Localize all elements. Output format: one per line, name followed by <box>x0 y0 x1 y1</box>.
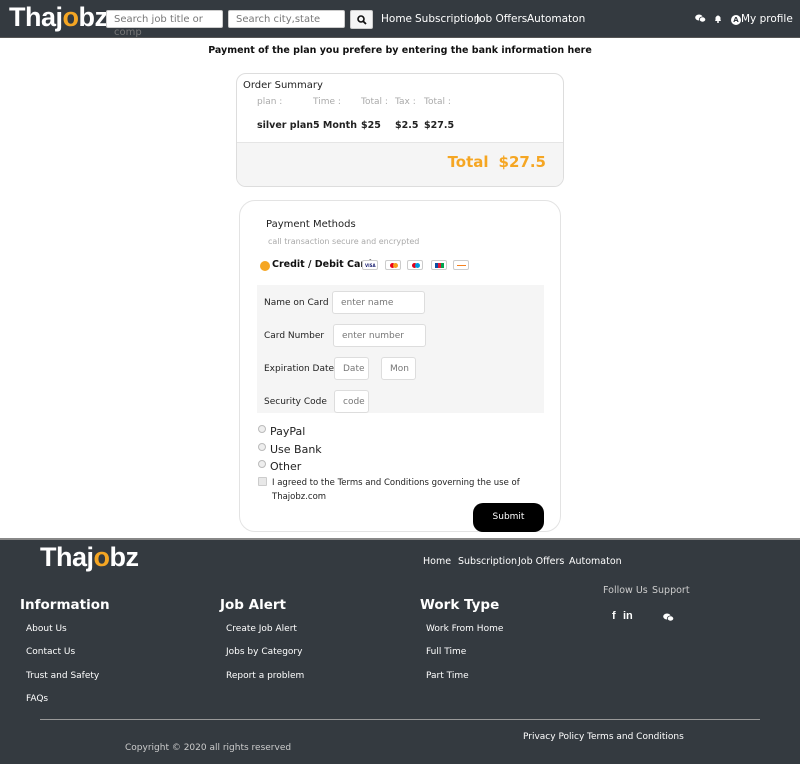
footer-nav-job-offers[interactable]: Job Offers <box>518 556 564 567</box>
order-summary-card: Order Summary plan : Time : Total : Tax … <box>236 73 564 187</box>
footer-link-faqs[interactable]: FAQs <box>26 694 48 704</box>
magnifier-icon: o <box>93 542 111 572</box>
top-navbar: Thajobz Search job title or comp Search … <box>0 0 800 38</box>
magnifier-icon: o <box>62 2 80 32</box>
order-header-time: Time : <box>313 97 341 107</box>
nav-home[interactable]: Home <box>381 13 412 25</box>
footer-link-full-time[interactable]: Full Time <box>426 647 466 657</box>
order-header-grand-total: Total : <box>424 97 451 107</box>
order-total: Total $27.5 <box>447 153 546 171</box>
search-city-input[interactable]: Search city,state <box>228 10 345 28</box>
nav-automaton[interactable]: Automaton <box>527 13 585 25</box>
paypal-radio[interactable] <box>258 425 266 433</box>
mastercard-icon <box>385 260 401 270</box>
expiration-month-input[interactable]: Mon <box>381 357 416 380</box>
order-total-bar: Total $27.5 <box>237 142 563 186</box>
submit-button[interactable]: Submit <box>473 503 544 532</box>
search-icon <box>357 15 367 25</box>
terms-checkbox[interactable] <box>258 477 267 486</box>
visa-icon: VISA <box>362 260 378 270</box>
footer-link-create-job-alert[interactable]: Create Job Alert <box>226 624 297 634</box>
paypal-label: PayPal <box>270 425 306 438</box>
order-header-total: Total : <box>361 97 388 107</box>
order-total-value: $25 <box>361 120 381 131</box>
selected-radio[interactable] <box>260 261 270 271</box>
footer-link-contact-us[interactable]: Contact Us <box>26 647 75 657</box>
footer-nav-subscription[interactable]: Subscription <box>458 556 517 567</box>
my-profile-link[interactable]: A My profile <box>731 13 793 25</box>
order-plan-value: silver plan <box>257 120 314 131</box>
credit-card-label: Credit / Debit Card <box>272 259 372 270</box>
terms-label: I agreed to the Terms and Conditions gov… <box>272 478 520 502</box>
order-grand-total-value: $27.5 <box>424 120 455 131</box>
discover-icon <box>453 260 469 270</box>
security-code-input[interactable]: code <box>334 390 369 413</box>
search-job-input[interactable]: Search job title or comp <box>106 10 223 38</box>
footer-link-trust-safety[interactable]: Trust and Safety <box>26 671 99 681</box>
nav-job-offers[interactable]: Job Offers <box>476 13 527 25</box>
order-summary-title: Order Summary <box>243 80 323 91</box>
payment-security-note: call transaction secure and encrypted <box>268 237 420 246</box>
use-bank-radio[interactable] <box>258 443 266 451</box>
footer-heading-information: Information <box>20 597 110 613</box>
linkedin-icon[interactable]: in <box>623 610 633 622</box>
footer-link-about-us[interactable]: About Us <box>26 624 67 634</box>
payment-methods-card: Payment Methods call transaction secure … <box>239 200 561 532</box>
card-number-label: Card Number <box>264 331 325 341</box>
order-time-value: 5 Month <box>313 120 357 131</box>
other-label: Other <box>270 460 302 473</box>
footer-link-work-from-home[interactable]: Work From Home <box>426 624 503 634</box>
copyright-text: Copyright © 2020 all rights reserved <box>125 743 292 753</box>
expiration-date-input[interactable]: Date <box>334 357 369 380</box>
page-heading: Payment of the plan you prefere by enter… <box>208 45 592 56</box>
footer-link-jobs-by-category[interactable]: Jobs by Category <box>226 647 302 657</box>
support-label: Support <box>652 585 690 596</box>
facebook-icon[interactable]: f <box>612 610 616 622</box>
jcb-icon <box>431 260 447 270</box>
privacy-policy-link[interactable]: Privacy Policy <box>523 732 584 742</box>
footer-heading-job-alert: Job Alert <box>220 597 287 613</box>
footer-nav-home[interactable]: Home <box>423 556 451 567</box>
order-tax-value: $2.5 <box>395 120 419 131</box>
maestro-icon <box>407 260 423 270</box>
nav-subscription[interactable]: Subscription <box>415 13 480 25</box>
name-on-card-input[interactable]: enter name <box>332 291 425 314</box>
card-details-form: Name on Card enter name Card Number ente… <box>257 285 544 413</box>
footer: Thajobz Home Subscription Job Offers Aut… <box>0 538 800 764</box>
user-icon: A <box>731 15 741 25</box>
order-header-plan: plan : <box>257 97 283 107</box>
card-number-input[interactable]: enter number <box>333 324 426 347</box>
chat-icon[interactable] <box>663 612 675 625</box>
footer-divider <box>40 719 760 720</box>
use-bank-label: Use Bank <box>270 443 322 456</box>
follow-us-label: Follow Us <box>603 585 648 596</box>
search-button[interactable] <box>350 10 373 29</box>
terms-conditions-link[interactable]: Terms and Conditions <box>587 732 684 742</box>
brand-logo[interactable]: Thajobz <box>9 2 108 33</box>
footer-logo[interactable]: Thajobz <box>40 542 139 573</box>
chat-icon[interactable] <box>695 14 707 26</box>
other-radio[interactable] <box>258 460 266 468</box>
bell-icon[interactable] <box>714 14 722 26</box>
footer-heading-work-type: Work Type <box>420 597 500 613</box>
name-on-card-label: Name on Card <box>264 298 329 308</box>
security-code-label: Security Code <box>264 397 327 407</box>
payment-methods-title: Payment Methods <box>266 219 356 230</box>
footer-nav-automaton[interactable]: Automaton <box>569 556 622 567</box>
expiration-date-label: Expiration Date <box>264 364 335 374</box>
footer-link-report-problem[interactable]: Report a problem <box>226 671 304 681</box>
footer-link-part-time[interactable]: Part Time <box>426 671 469 681</box>
order-header-tax: Tax : <box>395 97 416 107</box>
